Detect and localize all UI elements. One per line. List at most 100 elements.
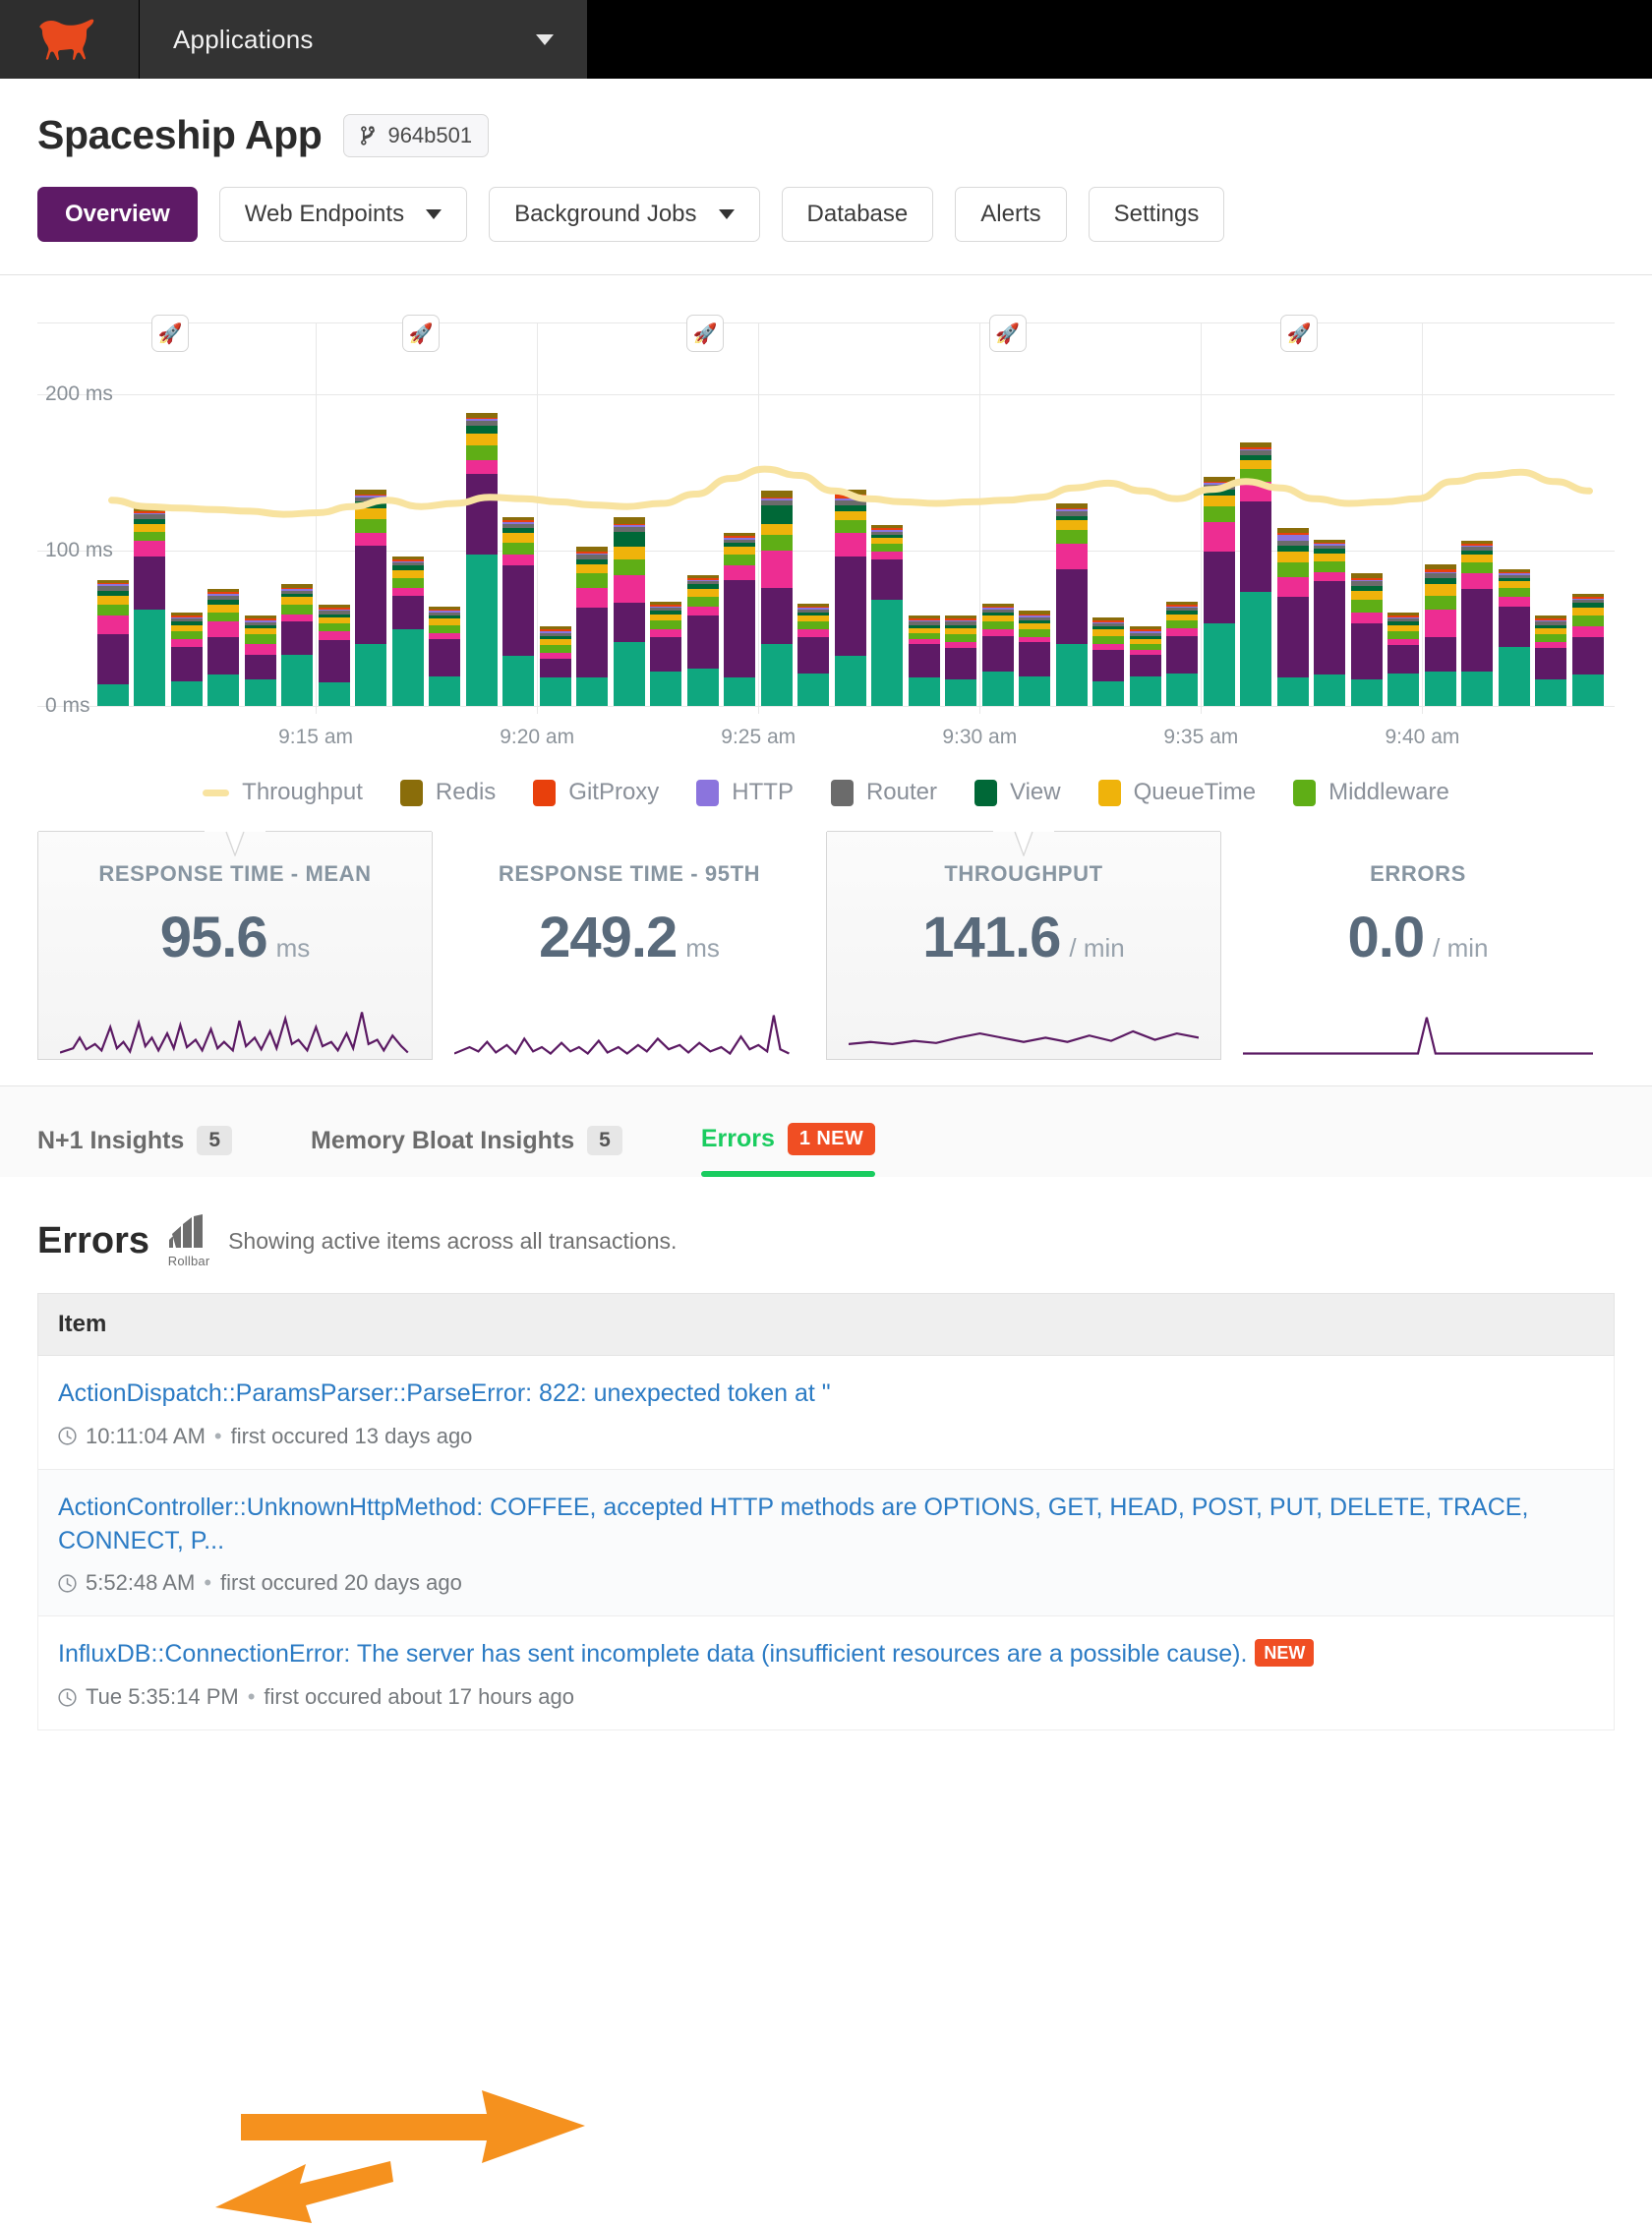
chart-bar[interactable]	[686, 301, 719, 706]
deploy-marker-icon[interactable]: 🚀	[1279, 315, 1318, 352]
legend-swatch	[533, 779, 557, 806]
metric-card-response-time-95th[interactable]: RESPONSE TIME - 95TH 249.2 ms	[433, 832, 826, 1060]
chart-bar[interactable]	[1387, 301, 1420, 706]
table-row[interactable]: InfluxDB::ConnectionError: The server ha…	[37, 1615, 1615, 1730]
tab-database[interactable]: Database	[781, 187, 934, 242]
chart-bar[interactable]	[134, 301, 165, 706]
metric-card-value-row: 249.2 ms	[539, 905, 720, 970]
chart-bar[interactable]	[1498, 301, 1530, 706]
chart-bar[interactable]	[170, 301, 203, 706]
chart-bar[interactable]	[760, 301, 793, 706]
chart-bar-segment	[871, 544, 904, 553]
chart-bar-segment	[1019, 642, 1051, 676]
chart-bar[interactable]	[1424, 301, 1456, 706]
chart-bar-segment	[1461, 573, 1494, 590]
chart-bar-segment	[871, 600, 904, 706]
metric-cards: RESPONSE TIME - MEAN 95.6 ms RESPONSE TIME …	[0, 831, 1652, 1060]
chart-bar[interactable]	[1019, 301, 1051, 706]
chart-bar[interactable]	[1055, 301, 1088, 706]
chart-bar[interactable]	[1240, 301, 1272, 706]
chart-bar[interactable]	[1314, 301, 1346, 706]
chart-bar-segment	[1276, 597, 1309, 678]
chart-bar[interactable]	[981, 301, 1014, 706]
chart-bar[interactable]	[834, 301, 866, 706]
chart-bar[interactable]	[1461, 301, 1494, 706]
response-time-stacked-bar-chart[interactable]: 0 ms 100 ms 200 ms 🚀 🚀 🚀 🚀 🚀	[37, 301, 1615, 717]
commit-badge[interactable]: 964b501	[343, 113, 490, 157]
tab-settings[interactable]: Settings	[1088, 187, 1225, 242]
tab-memory-bloat-insights[interactable]: Memory Bloat Insights 5	[311, 1126, 622, 1177]
chart-bar-segment	[724, 579, 756, 678]
tab-alerts[interactable]: Alerts	[955, 187, 1067, 242]
chart-bar-segment	[1461, 555, 1494, 563]
chart-bar-segment	[1498, 606, 1530, 647]
chart-bar[interactable]	[391, 301, 424, 706]
chart-bar[interactable]	[539, 301, 571, 706]
chart-bar[interactable]	[244, 301, 276, 706]
chart-bar[interactable]	[871, 301, 904, 706]
chart-bar[interactable]	[502, 301, 535, 706]
chart-bar[interactable]	[1276, 301, 1309, 706]
chart-bar[interactable]	[1571, 301, 1604, 706]
chart-bar[interactable]	[429, 301, 461, 706]
chart-bar-segment	[834, 510, 866, 521]
chart-bar[interactable]	[1535, 301, 1567, 706]
deploy-marker-icon[interactable]: 🚀	[151, 315, 190, 352]
chart-bar[interactable]	[1203, 301, 1235, 706]
chart-bar[interactable]	[465, 301, 498, 706]
chart-bar-segment	[1424, 584, 1456, 596]
legend-item[interactable]: Router	[830, 779, 937, 806]
chart-bar-segment	[465, 445, 498, 460]
legend-item[interactable]: Redis	[399, 779, 496, 806]
tab-errors[interactable]: Errors 1 NEW	[700, 1123, 876, 1177]
chart-bar[interactable]	[724, 301, 756, 706]
tab-background-jobs[interactable]: Background Jobs	[489, 187, 760, 242]
chart-bar-segment	[1571, 608, 1604, 616]
legend-item[interactable]: GitProxy	[533, 779, 659, 806]
chart-bar[interactable]	[281, 301, 314, 706]
chart-bar[interactable]	[1350, 301, 1383, 706]
chart-bar[interactable]	[1166, 301, 1199, 706]
deploy-marker-icon[interactable]: 🚀	[685, 315, 724, 352]
deploy-marker-icon[interactable]: 🚀	[402, 315, 441, 352]
chart-bar-segment	[465, 555, 498, 706]
metric-card-value: 141.6	[922, 906, 1061, 969]
chart-bar[interactable]	[207, 301, 240, 706]
chart-bar[interactable]	[355, 301, 387, 706]
chart-bar[interactable]	[1129, 301, 1161, 706]
legend-item[interactable]: QueueTime	[1097, 779, 1256, 806]
metric-card-throughput[interactable]: THROUGHPUT 141.6 / min	[826, 831, 1221, 1060]
legend-item[interactable]: Throughput	[203, 779, 363, 806]
tab-overview[interactable]: Overview	[37, 187, 198, 242]
chart-bar[interactable]	[945, 301, 977, 706]
applications-dropdown[interactable]: Applications	[140, 0, 587, 79]
deploy-marker-icon[interactable]: 🚀	[988, 315, 1027, 352]
chart-bar-segment	[355, 533, 387, 546]
chart-bar[interactable]	[908, 301, 940, 706]
chart-bar[interactable]	[1092, 301, 1125, 706]
chart-bar-segment	[834, 533, 866, 557]
chart-bar[interactable]	[96, 301, 129, 706]
error-message-link[interactable]: ActionController::UnknownHttpMethod: COF…	[58, 1494, 1528, 1554]
chart-bar[interactable]	[576, 301, 609, 706]
legend-item[interactable]: Middleware	[1293, 779, 1449, 806]
chart-bar-segment	[908, 677, 940, 706]
metric-card-title: RESPONSE TIME - 95TH	[498, 861, 761, 886]
tab-n1-insights[interactable]: N+1 Insights 5	[37, 1126, 233, 1177]
metric-card-response-time-mean[interactable]: RESPONSE TIME - MEAN 95.6 ms	[37, 831, 433, 1060]
legend-item[interactable]: HTTP	[696, 779, 794, 806]
error-message-link[interactable]: ActionDispatch::ParamsParser::ParseError…	[58, 1379, 831, 1407]
legend-item[interactable]: View	[974, 779, 1061, 806]
chart-bar-segment	[613, 531, 645, 548]
chart-bar[interactable]	[650, 301, 682, 706]
table-row[interactable]: ActionController::UnknownHttpMethod: COF…	[37, 1469, 1615, 1617]
dog-logo-icon[interactable]	[0, 0, 140, 79]
chart-bar[interactable]	[318, 301, 350, 706]
chart-bar-segment	[1498, 587, 1530, 598]
metric-card-errors[interactable]: ERRORS 0.0/ min	[1221, 832, 1615, 1060]
tab-web-endpoints[interactable]: Web Endpoints	[218, 187, 468, 242]
table-row[interactable]: ActionDispatch::ParamsParser::ParseError…	[37, 1355, 1615, 1470]
chart-bar[interactable]	[613, 301, 645, 706]
chart-bar[interactable]	[797, 301, 830, 706]
error-message-link[interactable]: InfluxDB::ConnectionError: The server ha…	[58, 1640, 1247, 1668]
